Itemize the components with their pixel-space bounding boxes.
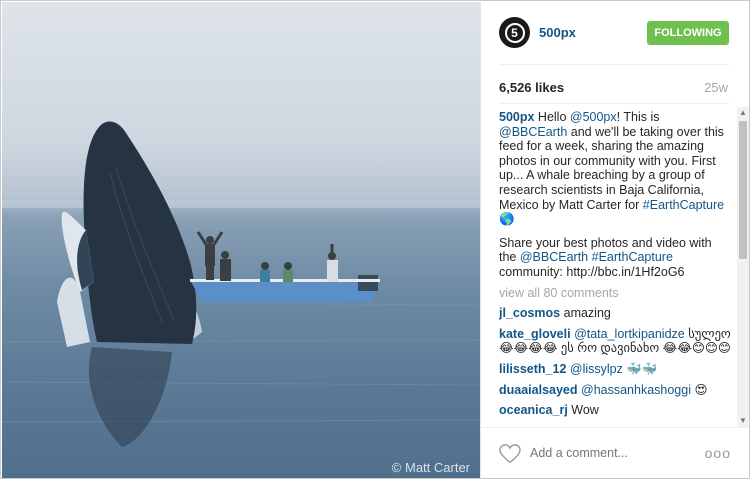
- mention-link[interactable]: @500px: [570, 110, 617, 124]
- caption-text: Hello: [534, 110, 570, 124]
- scroll-down-arrow-icon[interactable]: ▼: [737, 415, 749, 427]
- comment-item: lilisseth_12 @lissylpz 🐳🐳: [499, 362, 731, 377]
- comment-user[interactable]: duaaialsayed: [499, 383, 578, 397]
- scroll-up-arrow-icon[interactable]: ▲: [737, 107, 749, 119]
- view-all-comments-link[interactable]: view all 80 comments: [499, 286, 731, 301]
- caption-emoji: 🌎: [499, 212, 515, 227]
- comment-user[interactable]: jl_cosmos: [499, 306, 560, 320]
- caption-text: community: http://bbc.in/1Hf2oG6: [499, 264, 685, 279]
- comment-item: duaaialsayed @hassanhkashoggi 😍: [499, 383, 731, 398]
- post-age[interactable]: 25w: [704, 80, 728, 95]
- comment-item: kate_gloveli @tata_lortkipanidze სულეო 😂…: [499, 327, 731, 356]
- comment-text: amazing: [560, 306, 611, 321]
- comment-item: oceanica_rj Wow: [499, 403, 731, 418]
- comment-user[interactable]: kate_gloveli: [499, 327, 571, 341]
- more-options-icon[interactable]: ooo: [705, 445, 731, 461]
- username-link[interactable]: 500px: [539, 25, 576, 40]
- comment-user[interactable]: oceanica_rj: [499, 403, 568, 417]
- post-photo[interactable]: © Matt Carter: [2, 2, 480, 478]
- comment-text: 🐳🐳: [622, 361, 658, 376]
- stats-divider: [499, 103, 729, 104]
- caption-user[interactable]: 500px: [499, 110, 534, 124]
- hashtag-link[interactable]: #EarthCapture: [643, 198, 724, 212]
- comment-user[interactable]: lilisseth_12: [499, 362, 566, 376]
- following-button[interactable]: FOLLOWING: [647, 21, 729, 45]
- avatar[interactable]: 5: [499, 17, 530, 48]
- post-header: 5 500px FOLLOWING: [481, 2, 749, 64]
- caption-paragraph-1: 500px Hello @500px! This is @BBCEarth an…: [499, 110, 731, 227]
- scrollbar-thumb[interactable]: [739, 121, 747, 259]
- comment-text: 😍: [691, 382, 708, 397]
- mention-link[interactable]: @hassanhkashoggi: [581, 383, 691, 397]
- likes-count[interactable]: 6,526 likes: [499, 80, 564, 95]
- caption-paragraph-2: Share your best photos and video with th…: [499, 236, 731, 280]
- comments-list: 500px Hello @500px! This is @BBCEarth an…: [499, 110, 731, 426]
- mention-link[interactable]: @tata_lortkipanidze: [574, 327, 685, 341]
- heart-icon[interactable]: [499, 444, 521, 464]
- avatar-glyph: 5: [504, 22, 525, 43]
- add-comment-input[interactable]: [530, 446, 700, 460]
- post-footer: ooo: [481, 427, 749, 478]
- post-window: © Matt Carter 5 500px FOLLOWING 6,526 li…: [0, 0, 750, 479]
- mention-link[interactable]: @lissylpz: [570, 362, 623, 376]
- comment-item: jl_cosmos amazing: [499, 306, 731, 321]
- hashtag-link[interactable]: #EarthCapture: [592, 250, 673, 264]
- whale-scene: [2, 121, 480, 447]
- comment-text: Wow: [567, 403, 599, 418]
- mention-link[interactable]: @BBCEarth: [499, 125, 567, 139]
- caption-text: ! This is: [616, 110, 660, 124]
- post-sidebar: 5 500px FOLLOWING 6,526 likes 25w 500px …: [480, 2, 749, 478]
- photo-credit: © Matt Carter: [391, 460, 470, 475]
- comments-scrollbar[interactable]: ▲ ▼: [737, 107, 749, 427]
- header-divider: [499, 64, 729, 65]
- mention-link[interactable]: @BBCEarth: [520, 250, 588, 264]
